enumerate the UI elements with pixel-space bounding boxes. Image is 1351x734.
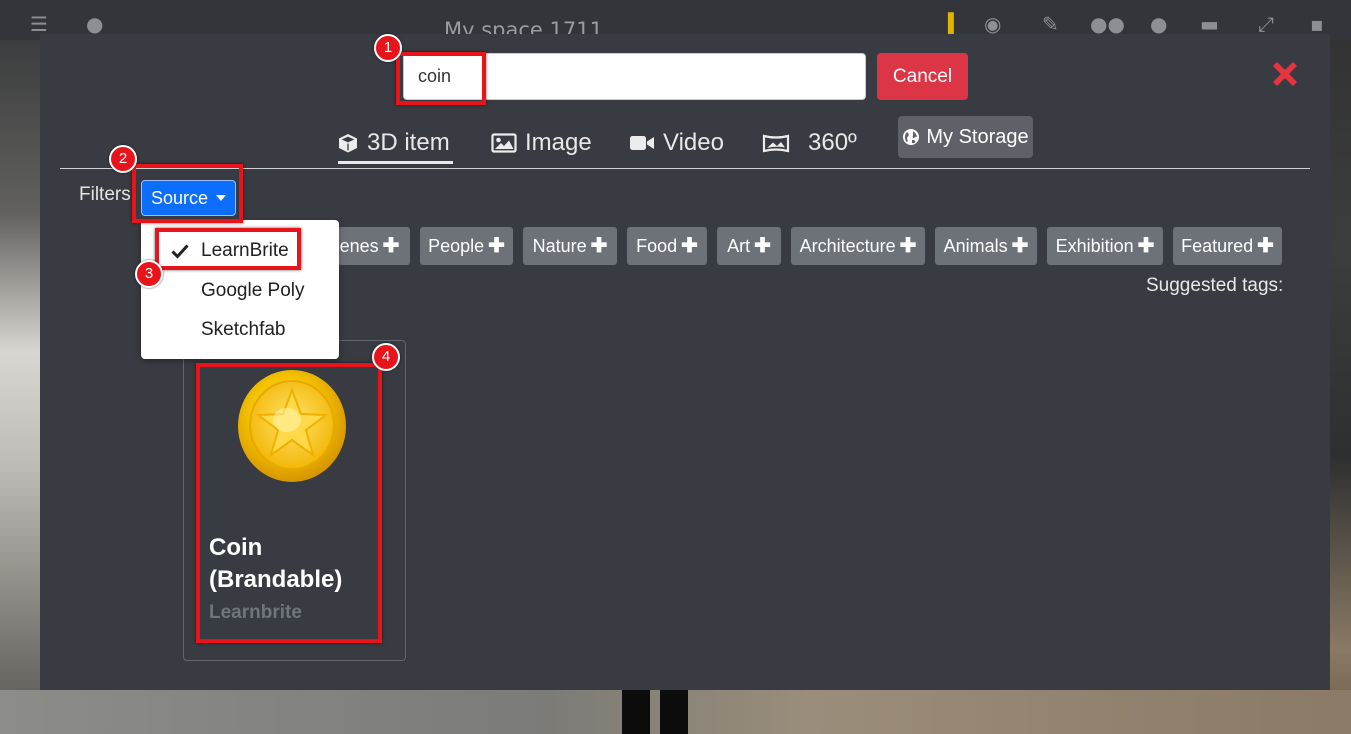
tag-food[interactable]: Food ✚ — [627, 227, 707, 265]
scene-left-edge — [0, 40, 40, 734]
plus-icon: ✚ — [681, 235, 698, 257]
tab-3d-item[interactable]: 3D item — [337, 123, 450, 163]
annotation-highlight-1 — [396, 52, 486, 105]
my-storage-label: My Storage — [926, 125, 1029, 148]
suggested-tags-label: Suggested tags: — [1146, 275, 1284, 296]
cancel-button[interactable]: Cancel — [877, 53, 968, 100]
tag-animals[interactable]: Animals ✚ — [935, 227, 1037, 265]
image-icon — [491, 133, 517, 153]
annotation-highlight-2 — [132, 164, 243, 223]
expand-icon[interactable]: ⤢ — [1258, 14, 1274, 34]
plus-icon: ✚ — [754, 235, 771, 257]
tab-label: 360º — [808, 129, 857, 156]
cube-icon — [339, 134, 357, 153]
tab-label: Video — [663, 129, 724, 156]
tab-label: Image — [525, 129, 592, 156]
tag-people[interactable]: People ✚ — [420, 227, 513, 265]
close-x-icon[interactable] — [1268, 57, 1302, 91]
location-pin-icon[interactable]: ● — [86, 14, 103, 34]
annotation-number-3: 3 — [135, 260, 163, 288]
annotation-highlight-4 — [196, 363, 382, 643]
tab-label: 3D item — [367, 129, 450, 156]
annotation-number-1: 1 — [374, 34, 402, 62]
my-storage-button[interactable]: My Storage — [898, 116, 1033, 158]
filters-label: Filters — [79, 184, 131, 205]
plus-icon: ✚ — [382, 235, 400, 257]
plus-icon: ✚ — [488, 235, 505, 257]
panorama-icon — [762, 134, 790, 153]
tab-video[interactable]: Video — [629, 123, 724, 163]
avatar-legs — [620, 690, 690, 734]
active-tab-indicator — [338, 161, 453, 164]
tabs-divider — [60, 168, 1310, 169]
source-option-google-poly[interactable]: Google Poly — [141, 272, 339, 310]
tag-exhibition[interactable]: Exhibition ✚ — [1047, 227, 1163, 265]
plus-icon: ✚ — [1257, 235, 1274, 257]
tag-featured[interactable]: Featured ✚ — [1173, 227, 1282, 265]
analytics-icon[interactable]: ▍ — [948, 14, 963, 34]
menu-icon[interactable]: ☰ — [30, 14, 48, 34]
user-icon[interactable]: ● — [1150, 14, 1167, 34]
vr-headset-icon[interactable]: ▬ — [1200, 14, 1219, 34]
plus-icon: ✚ — [1137, 235, 1155, 257]
annotation-number-2: 2 — [109, 145, 137, 173]
source-option-sketchfab[interactable]: Sketchfab — [141, 311, 339, 349]
annotation-number-4: 4 — [372, 343, 400, 371]
tab-image[interactable]: Image — [491, 123, 592, 163]
annotation-highlight-3 — [155, 228, 301, 270]
video-camera-icon — [630, 136, 654, 150]
globe-icon — [903, 129, 920, 145]
plus-icon: ✚ — [590, 235, 608, 257]
plus-icon: ✚ — [1011, 235, 1029, 257]
users-icon[interactable]: ●● — [1090, 14, 1125, 34]
tag-art[interactable]: Art ✚ — [717, 227, 781, 265]
eye-icon[interactable]: ◉ — [984, 14, 1001, 34]
tag-architecture[interactable]: Architecture ✚ — [791, 227, 925, 265]
tag-nature[interactable]: Nature ✚ — [523, 227, 617, 265]
tab-360[interactable]: 360º — [762, 123, 857, 163]
pencil-icon[interactable]: ✎ — [1042, 14, 1059, 34]
more-icon[interactable]: ▪ — [1310, 14, 1324, 34]
plus-icon: ✚ — [899, 235, 917, 257]
